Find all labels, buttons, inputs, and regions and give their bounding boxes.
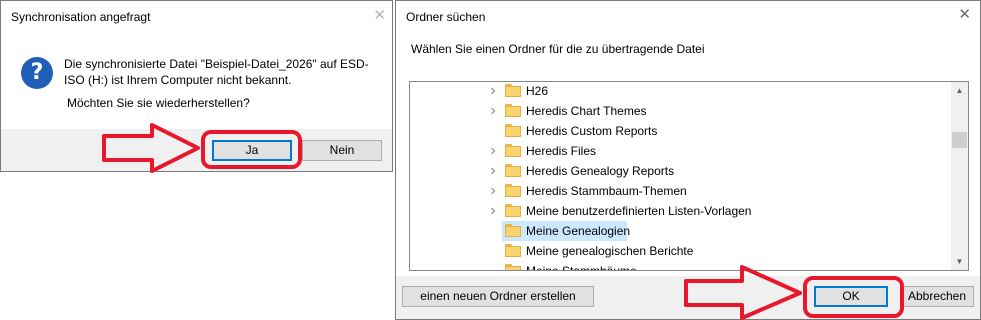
tree-item[interactable]: › Heredis Chart Themes [410,101,954,121]
folder-icon [505,184,521,197]
no-button[interactable]: Nein [302,140,382,161]
tree-item[interactable]: Meine Genealogien [410,221,954,241]
folder-dialog-title: Ordner süchen [406,10,486,24]
tree-item[interactable]: Meine Stammbäume [410,261,954,271]
vertical-scrollbar[interactable]: ▲ ▼ [951,82,968,270]
tree-item-label: Meine Stammbäume [526,264,637,271]
tree-item-label: Heredis Chart Themes [526,104,647,118]
scroll-down-icon[interactable]: ▼ [951,253,968,270]
chevron-right-icon[interactable]: › [486,83,500,99]
tree-item[interactable]: › H26 [410,82,954,101]
tree-item[interactable]: › Heredis Stammbaum-Themen [410,181,954,201]
tree-item[interactable]: › Heredis Genealogy Reports [410,161,954,181]
highlight-box-ok [803,276,904,318]
chevron-right-icon[interactable]: › [486,163,500,179]
tree-item-label: Heredis Files [526,144,597,158]
folder-icon [505,204,521,217]
tree-item-label: Meine Genealogien [526,224,631,238]
tree-item[interactable]: › Heredis Files [410,141,954,161]
scroll-thumb[interactable] [952,132,967,148]
folder-dialog-subtitle: Wählen Sie einen Ordner für die zu übert… [411,42,705,56]
tree-item-label: H26 [526,84,549,98]
tree-item-label: Meine genealogischen Berichte [526,244,694,258]
tree-item-label: Heredis Genealogy Reports [526,164,675,178]
folder-icon [505,224,521,237]
tree-item[interactable]: Heredis Custom Reports [410,121,954,141]
folder-icon [505,104,521,117]
tree-item-label: Meine benutzerdefinierten Listen-Vorlage… [526,204,752,218]
tree-item-label: Heredis Custom Reports [526,124,658,138]
folder-tree[interactable]: › H26 › Heredis Chart Themes Heredis Custom … [409,81,969,271]
sync-dialog-title: Synchronisation angefragt [11,10,151,24]
folder-icon [505,144,521,157]
chevron-right-icon[interactable]: › [486,203,500,219]
sync-message: Die synchronisierte Datei "Beispiel-Date… [64,57,369,87]
tree-item-label: Heredis Stammbaum-Themen [526,184,687,198]
chevron-right-icon[interactable]: › [486,103,500,119]
tree-item[interactable]: Meine genealogischen Berichte [410,241,954,261]
close-icon[interactable]: ✕ [373,8,386,23]
cancel-button[interactable]: Abbrechen [900,286,974,307]
question-icon: ? [21,57,53,89]
folder-icon [505,244,521,257]
folder-icon [505,164,521,177]
chevron-right-icon[interactable]: › [486,183,500,199]
close-icon[interactable]: ✕ [958,7,971,22]
scroll-up-icon[interactable]: ▲ [951,82,968,99]
highlight-box-yes [201,130,302,169]
folder-icon [505,264,521,270]
arrow-icon [102,123,200,173]
folder-icon [505,124,521,137]
folder-icon [505,84,521,97]
arrow-icon [684,265,802,320]
tree-item[interactable]: › Meine benutzerdefinierten Listen-Vorlag… [410,201,954,221]
sync-question: Möchten Sie sie wiederherstellen? [67,96,250,110]
new-folder-button[interactable]: einen neuen Ordner erstellen [402,286,594,307]
chevron-right-icon[interactable]: › [486,143,500,159]
